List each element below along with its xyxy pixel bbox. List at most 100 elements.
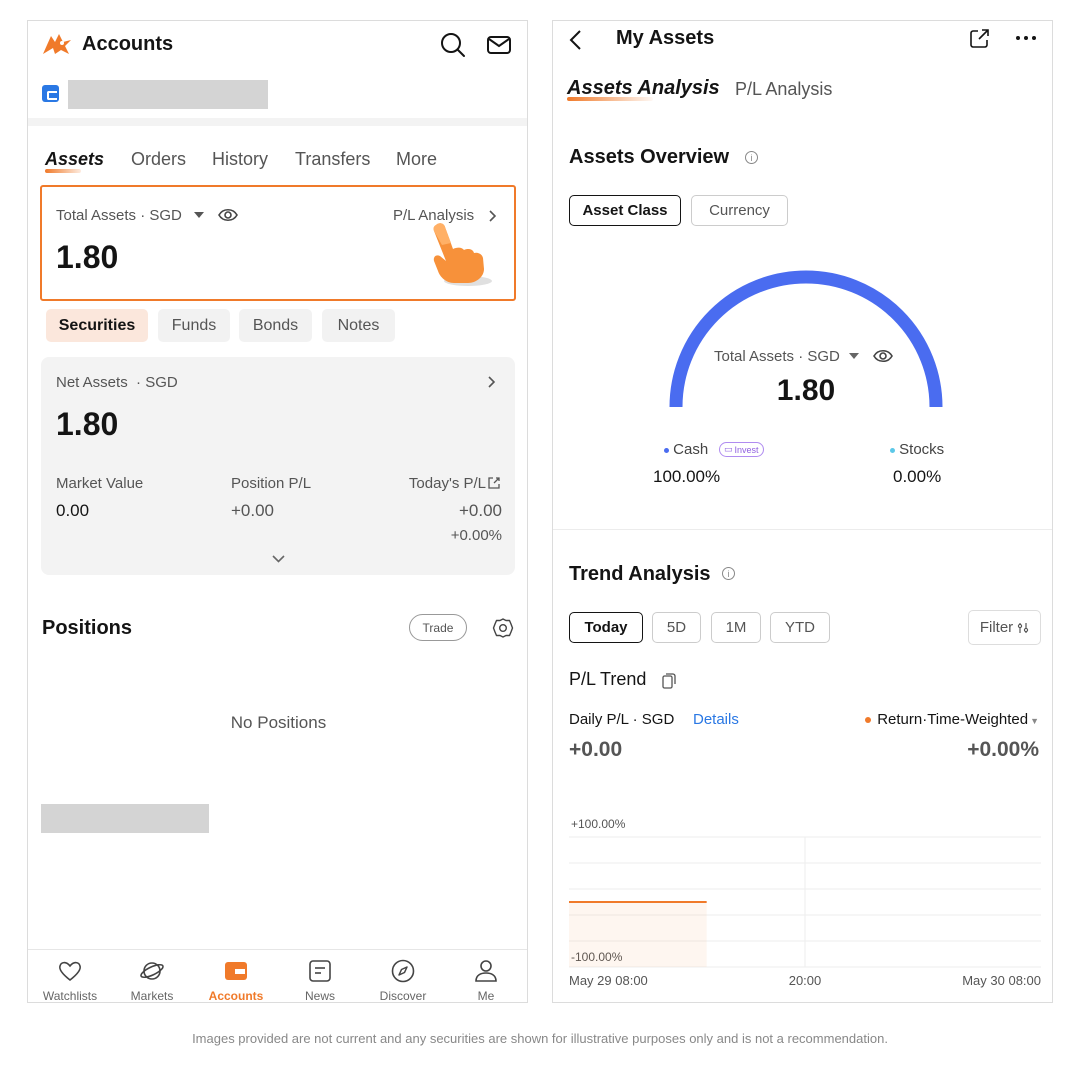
- tab-pl-analysis[interactable]: P/L Analysis: [735, 79, 832, 100]
- filter-button[interactable]: Filter: [968, 610, 1041, 645]
- period-5d[interactable]: 5D: [652, 612, 701, 643]
- page-title: My Assets: [616, 27, 715, 49]
- page-title: Accounts: [82, 33, 174, 55]
- return-value: +0.00%: [967, 738, 1039, 761]
- market-value: 0.00: [56, 501, 90, 520]
- share-icon[interactable]: [487, 476, 501, 490]
- period-1m[interactable]: 1M: [711, 612, 761, 643]
- assets-overview-title: Assets Overview: [569, 146, 730, 168]
- segment-asset-class[interactable]: Asset Class: [569, 195, 681, 226]
- my-assets-screen: My Assets Assets Analysis P/L Analysis A…: [552, 20, 1053, 1003]
- search-icon[interactable]: [439, 31, 467, 59]
- tab-more[interactable]: More: [396, 149, 437, 170]
- gauge-label: Total Assets · SGD: [714, 348, 840, 365]
- planet-icon: [140, 962, 164, 980]
- period-ytd[interactable]: YTD: [770, 612, 830, 643]
- cash-percent: 100.00%: [653, 467, 721, 486]
- x-tick-label: 20:00: [789, 973, 822, 988]
- series-dot-icon: [865, 717, 872, 724]
- dropdown-icon: ▼: [1030, 716, 1039, 726]
- filter-icon: [1018, 622, 1029, 633]
- series-area: [569, 902, 707, 967]
- empty-positions-text: No Positions: [230, 713, 327, 732]
- currency-dropdown-icon[interactable]: [194, 212, 204, 219]
- x-tick-label: May 29 08:00: [569, 973, 648, 988]
- redacted-block: [41, 804, 209, 833]
- person-icon: [475, 960, 497, 982]
- active-tab-indicator: [45, 169, 81, 173]
- account-type-icon: [42, 85, 59, 102]
- compass-icon: [391, 959, 415, 983]
- todays-pl-percent: +0.00%: [450, 527, 502, 544]
- positions-title: Positions: [42, 617, 133, 639]
- nav-accounts[interactable]: Accounts: [196, 950, 276, 1002]
- chip-funds[interactable]: Funds: [158, 309, 230, 342]
- cash-legend: Cash: [664, 441, 708, 458]
- todays-pl-value: +0.00: [458, 501, 502, 520]
- period-today[interactable]: Today: [569, 612, 643, 643]
- eye-icon[interactable]: [218, 206, 238, 224]
- stocks-percent: 0.00%: [893, 467, 942, 486]
- divider: [28, 118, 527, 126]
- wallet-icon: [225, 962, 247, 980]
- net-assets-card[interactable]: Net Assets · SGD 1.80 Market Value 0.00 …: [41, 357, 515, 575]
- segment-currency[interactable]: Currency: [691, 195, 788, 226]
- pl-trend-chart: +100.00%-100.00%May 29 08:0020:00May 30 …: [569, 817, 1041, 988]
- brand-logo-icon: [43, 34, 71, 54]
- chip-bonds[interactable]: Bonds: [239, 309, 312, 342]
- nav-markets[interactable]: Markets: [112, 950, 192, 1002]
- daily-pl-value: +0.00: [569, 738, 623, 761]
- todays-pl-label: Today's P/L: [408, 475, 486, 492]
- heart-icon: [58, 961, 82, 982]
- nav-discover[interactable]: Discover: [363, 950, 443, 1002]
- chevron-right-icon[interactable]: [488, 376, 496, 388]
- market-value-label: Market Value: [56, 475, 144, 492]
- net-assets-label: Net Assets · SGD: [56, 374, 178, 391]
- currency-dropdown-icon[interactable]: [849, 353, 859, 360]
- invest-icon: ▭: [724, 444, 733, 454]
- copy-icon[interactable]: [661, 672, 677, 689]
- position-pl-label: Position P/L: [231, 475, 312, 492]
- nav-me[interactable]: Me: [446, 950, 526, 1002]
- cash-dot-icon: [664, 447, 669, 453]
- tab-transfers[interactable]: Transfers: [295, 149, 370, 170]
- disclaimer-text: Images provided are not current and any …: [192, 1031, 888, 1046]
- tap-hand-icon: [433, 223, 492, 286]
- total-assets-label: Total Assets · SGD: [56, 207, 182, 224]
- nav-watchlists[interactable]: Watchlists: [30, 950, 110, 1002]
- total-assets-value: 1.80: [56, 239, 119, 275]
- eye-icon[interactable]: [873, 347, 893, 365]
- tab-orders[interactable]: Orders: [131, 149, 186, 170]
- accounts-screen: Accounts Assets Orders History Transfers…: [27, 20, 528, 1003]
- account-number-redacted: [68, 80, 268, 109]
- gear-icon[interactable]: [492, 617, 514, 639]
- return-selector[interactable]: Return·Time-Weighted ▼: [865, 711, 1039, 728]
- share-icon[interactable]: [969, 27, 991, 49]
- position-pl-value: +0.00: [231, 501, 275, 520]
- nav-news[interactable]: News: [280, 950, 360, 1002]
- news-icon: [309, 960, 331, 982]
- tab-history[interactable]: History: [212, 149, 268, 170]
- stocks-legend: Stocks: [890, 441, 944, 458]
- divider: [553, 529, 1052, 530]
- gauge-value: 1.80: [776, 374, 836, 407]
- mail-icon[interactable]: [485, 31, 513, 59]
- trade-button[interactable]: Trade: [409, 614, 467, 641]
- info-icon[interactable]: i: [722, 567, 735, 580]
- info-icon[interactable]: i: [745, 151, 758, 164]
- trend-analysis-title: Trend Analysis: [569, 563, 711, 585]
- chevron-down-icon[interactable]: [272, 555, 285, 563]
- total-assets-card[interactable]: Total Assets · SGD P/L Analysis 1.80: [40, 185, 516, 301]
- tab-assets[interactable]: Assets: [45, 149, 104, 170]
- details-link[interactable]: Details: [693, 711, 739, 728]
- stocks-dot-icon: [890, 447, 895, 453]
- chip-securities[interactable]: Securities: [46, 309, 148, 342]
- back-arrow-icon[interactable]: [568, 29, 582, 51]
- more-icon[interactable]: [1015, 35, 1037, 41]
- x-tick-label: May 30 08:00: [962, 973, 1041, 988]
- invest-badge: ▭ Invest: [719, 442, 764, 457]
- daily-pl-label: Daily P/L · SGD: [569, 711, 675, 728]
- pl-trend-label: P/L Trend: [569, 669, 647, 689]
- bottom-nav: Watchlists Markets Accounts News Discove…: [28, 949, 527, 1002]
- chip-notes[interactable]: Notes: [322, 309, 395, 342]
